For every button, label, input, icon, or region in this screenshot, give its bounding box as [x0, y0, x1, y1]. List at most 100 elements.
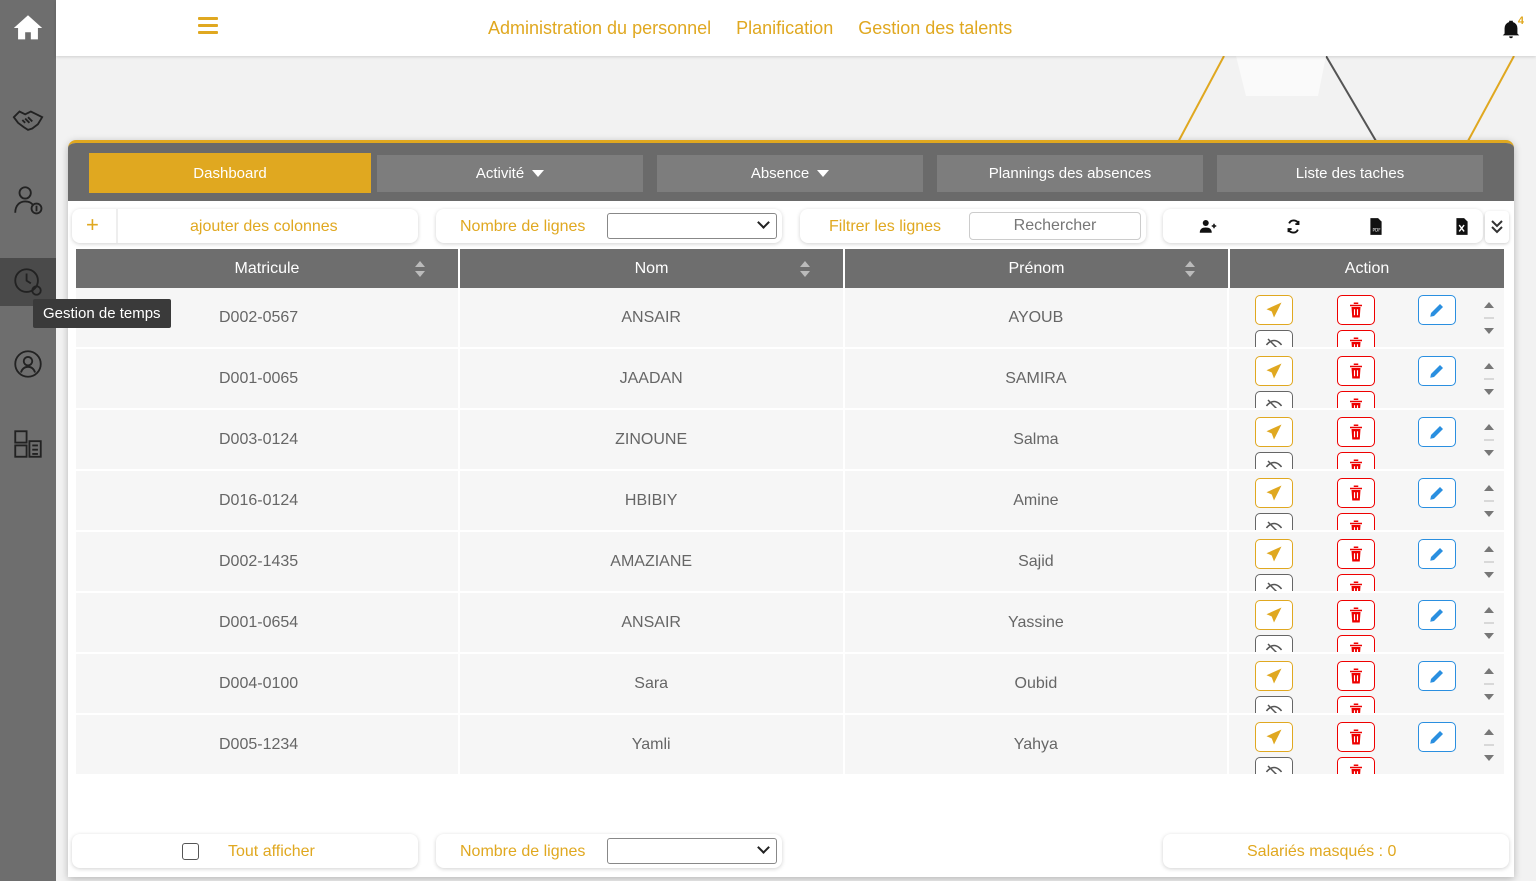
tab-activite[interactable]: Activité: [377, 155, 643, 192]
table-row[interactable]: D004-0100 Sara Oubid: [76, 654, 1504, 715]
reorder-arrows-icon[interactable]: [1482, 542, 1496, 582]
nav-planification[interactable]: Planification: [736, 18, 833, 39]
sidebar-item-planning[interactable]: [0, 420, 56, 468]
delete-button-secondary[interactable]: [1337, 391, 1376, 408]
delete-button-secondary[interactable]: [1337, 635, 1376, 652]
trash-icon: [1350, 546, 1363, 562]
edit-button[interactable]: [1418, 295, 1457, 325]
delete-button[interactable]: [1337, 295, 1376, 325]
excel-export-icon[interactable]: [1455, 218, 1469, 235]
reorder-arrows-icon[interactable]: [1482, 481, 1496, 521]
show-all-checkbox[interactable]: [182, 843, 199, 860]
hide-button[interactable]: [1255, 757, 1294, 774]
delete-button-secondary[interactable]: [1337, 330, 1376, 347]
pdf-export-icon[interactable]: PDF: [1369, 218, 1383, 235]
expand-toggle[interactable]: [1485, 211, 1509, 243]
rows-count-select[interactable]: [607, 213, 777, 239]
tab-taches[interactable]: Liste des taches: [1217, 155, 1483, 192]
plus-icon[interactable]: +: [86, 212, 99, 238]
footer-rows-count-box: Nombre de lignes: [436, 834, 782, 868]
delete-button[interactable]: [1337, 417, 1376, 447]
delete-button-secondary[interactable]: [1337, 513, 1376, 530]
column-header-prenom[interactable]: Prénom: [845, 249, 1230, 288]
table-row[interactable]: D005-1234 Yamli Yahya: [76, 715, 1504, 776]
sidebar-item-home[interactable]: [0, 4, 56, 52]
edit-button[interactable]: [1418, 417, 1457, 447]
sidebar-item-payroll[interactable]: [0, 176, 56, 224]
edit-button[interactable]: [1418, 600, 1457, 630]
edit-button[interactable]: [1418, 661, 1457, 691]
handshake-icon: [12, 110, 44, 131]
notification-count: 4: [1517, 15, 1524, 27]
hide-button[interactable]: [1255, 330, 1294, 347]
eye-slash-icon: [1266, 765, 1283, 774]
table-row[interactable]: D003-0124 ZINOUNE Salma: [76, 410, 1504, 471]
table-row[interactable]: D016-0124 HBIBIY Amine: [76, 471, 1504, 532]
delete-button[interactable]: [1337, 661, 1376, 691]
cell-prenom: Sajid: [845, 532, 1230, 591]
delete-button[interactable]: [1337, 722, 1376, 752]
sort-icon[interactable]: [1184, 260, 1196, 278]
hide-button[interactable]: [1255, 391, 1294, 408]
trash-icon: [1350, 363, 1363, 379]
table-row[interactable]: D002-0567 ANSAIR AYOUB: [76, 288, 1504, 349]
column-header-nom[interactable]: Nom: [460, 249, 845, 288]
eye-slash-icon: [1266, 460, 1283, 469]
table-row[interactable]: D001-0065 JAADAN SAMIRA: [76, 349, 1504, 410]
user-money-icon: [14, 186, 43, 215]
send-button[interactable]: [1255, 722, 1294, 752]
pencil-icon: [1430, 548, 1444, 561]
table-row[interactable]: D002-1435 AMAZIANE Sajid: [76, 532, 1504, 593]
reorder-arrows-icon[interactable]: [1482, 359, 1496, 399]
send-button[interactable]: [1255, 295, 1294, 325]
column-header-matricule[interactable]: Matricule: [76, 249, 460, 288]
delete-button[interactable]: [1337, 600, 1376, 630]
tab-dashboard[interactable]: Dashboard: [89, 153, 371, 193]
reorder-arrows-icon[interactable]: [1482, 603, 1496, 643]
reorder-arrows-icon[interactable]: [1482, 725, 1496, 765]
delete-button-secondary[interactable]: [1337, 574, 1376, 591]
delete-button-secondary[interactable]: [1337, 757, 1376, 774]
hide-button[interactable]: [1255, 696, 1294, 713]
tab-plannings[interactable]: Plannings des absences: [937, 155, 1203, 192]
hide-button[interactable]: [1255, 574, 1294, 591]
hide-button[interactable]: [1255, 452, 1294, 469]
table-row[interactable]: D001-0654 ANSAIR Yassine: [76, 593, 1504, 654]
delete-button[interactable]: [1337, 539, 1376, 569]
hide-button[interactable]: [1255, 513, 1294, 530]
search-input[interactable]: Rechercher: [969, 212, 1141, 240]
double-chevron-down-icon: [1491, 220, 1503, 234]
nav-administration[interactable]: Administration du personnel: [488, 18, 711, 39]
edit-button[interactable]: [1418, 722, 1457, 752]
hide-button[interactable]: [1255, 635, 1294, 652]
sort-icon[interactable]: [799, 260, 811, 278]
tab-absence[interactable]: Absence: [657, 155, 923, 192]
delete-button[interactable]: [1337, 478, 1376, 508]
delete-button-secondary[interactable]: [1337, 452, 1376, 469]
sidebar-item-handshake[interactable]: [0, 96, 56, 144]
send-button[interactable]: [1255, 356, 1294, 386]
edit-button[interactable]: [1418, 539, 1457, 569]
refresh-icon[interactable]: [1286, 219, 1301, 234]
send-button[interactable]: [1255, 600, 1294, 630]
cell-nom: ZINOUNE: [460, 410, 845, 469]
add-columns-button[interactable]: ajouter des colonnes: [190, 218, 338, 236]
reorder-arrows-icon[interactable]: [1482, 298, 1496, 338]
send-button[interactable]: [1255, 661, 1294, 691]
send-button[interactable]: [1255, 478, 1294, 508]
sort-icon[interactable]: [414, 260, 426, 278]
delete-button-secondary[interactable]: [1337, 696, 1376, 713]
delete-button[interactable]: [1337, 356, 1376, 386]
hamburger-menu-icon[interactable]: [198, 17, 218, 37]
reorder-arrows-icon[interactable]: [1482, 420, 1496, 460]
send-button[interactable]: [1255, 539, 1294, 569]
cell-matricule: D005-1234: [76, 715, 460, 774]
sidebar-item-talent[interactable]: [0, 340, 56, 388]
add-user-icon[interactable]: [1199, 218, 1217, 234]
reorder-arrows-icon[interactable]: [1482, 664, 1496, 704]
edit-button[interactable]: [1418, 356, 1457, 386]
send-button[interactable]: [1255, 417, 1294, 447]
nav-talents[interactable]: Gestion des talents: [858, 18, 1012, 39]
footer-rows-count-select[interactable]: [607, 838, 777, 864]
edit-button[interactable]: [1418, 478, 1457, 508]
